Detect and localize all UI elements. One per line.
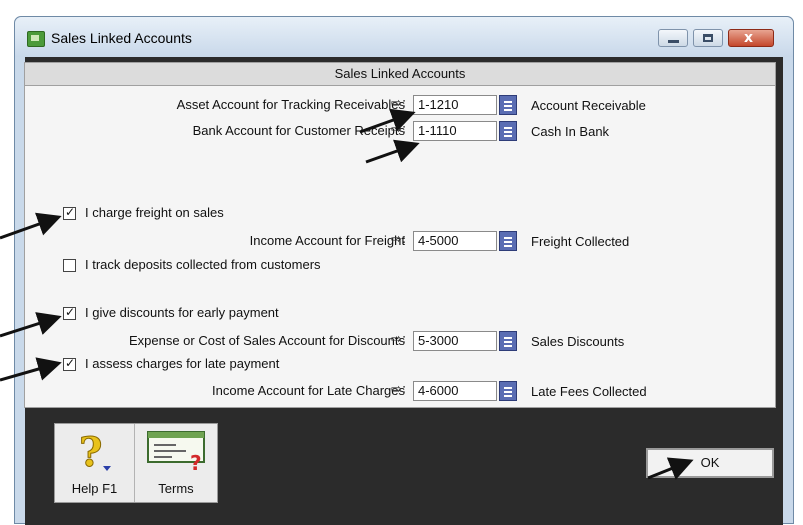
terms-icon: ? (147, 431, 205, 472)
discount-expense-label: Expense or Cost of Sales Account for Dis… (128, 333, 405, 348)
link-arrow-icon[interactable]: ⇨: (391, 96, 406, 111)
late-income-label: Income Account for Late Charges (212, 383, 405, 398)
list-lookup-icon[interactable] (499, 331, 517, 351)
track-deposits-checkbox[interactable] (63, 259, 76, 272)
discount-expense-account-field[interactable]: 5-3000 (413, 331, 497, 351)
bank-receipts-label: Bank Account for Customer Receipts (192, 123, 405, 138)
late-charges-label: I assess charges for late payment (85, 356, 280, 371)
charge-freight-checkbox[interactable]: ✓ (63, 205, 76, 220)
list-lookup-icon[interactable] (499, 381, 517, 401)
list-lookup-icon[interactable] (499, 95, 517, 115)
maximize-button[interactable] (693, 29, 723, 47)
panel-header: Sales Linked Accounts (25, 63, 775, 86)
checkmark-icon: ✓ (65, 205, 76, 219)
late-income-account-field[interactable]: 4-6000 (413, 381, 497, 401)
window-title: Sales Linked Accounts (51, 30, 192, 46)
app-icon (27, 31, 45, 47)
track-deposits-label: I track deposits collected from customer… (85, 257, 321, 272)
charge-freight-label: I charge freight on sales (85, 205, 224, 220)
asset-receivables-label: Asset Account for Tracking Receivables (176, 97, 405, 112)
asset-receivables-account-field[interactable]: 1-1210 (413, 95, 497, 115)
link-arrow-icon[interactable]: ⇨: (391, 232, 406, 247)
ok-button[interactable]: OK (646, 448, 774, 478)
minimize-button[interactable] (658, 29, 688, 47)
list-lookup-icon[interactable] (499, 231, 517, 251)
help-icon: ? (79, 430, 111, 474)
late-income-account-name: Late Fees Collected (531, 384, 647, 399)
linked-accounts-panel: Sales Linked Accounts Asset Account for … (24, 62, 776, 408)
bank-receipts-account-field[interactable]: 1-1110 (413, 121, 497, 141)
close-button[interactable]: x (728, 29, 774, 47)
checkmark-icon: ✓ (65, 356, 76, 370)
give-discounts-label: I give discounts for early payment (85, 305, 279, 320)
bottom-toolbar: ? Help F1 ? Terms (54, 423, 218, 503)
svg-text:?: ? (190, 451, 202, 472)
freight-income-account-name: Freight Collected (531, 234, 630, 249)
link-arrow-icon[interactable]: ⇨: (391, 122, 406, 137)
terms-button[interactable]: ? Terms (136, 424, 216, 502)
help-button[interactable]: ? Help F1 (55, 424, 135, 502)
asset-receivables-account-name: Account Receivable (531, 98, 646, 113)
freight-income-account-field[interactable]: 4-5000 (413, 231, 497, 251)
late-charges-checkbox[interactable]: ✓ (63, 356, 76, 371)
title-bar: Sales Linked Accounts x (15, 17, 793, 57)
maximize-icon (703, 34, 713, 42)
svg-text:?: ? (79, 430, 102, 474)
bank-receipts-account-name: Cash In Bank (531, 124, 610, 139)
checkmark-icon: ✓ (65, 305, 76, 319)
help-button-label: Help F1 (71, 481, 118, 496)
link-arrow-icon[interactable]: ⇨: (391, 382, 406, 397)
list-lookup-icon[interactable] (499, 121, 517, 141)
close-icon: x (744, 30, 754, 46)
discount-expense-account-name: Sales Discounts (531, 334, 625, 349)
minimize-icon (668, 40, 679, 43)
give-discounts-checkbox[interactable]: ✓ (63, 305, 76, 320)
freight-income-label: Income Account for Freight (249, 233, 405, 248)
link-arrow-icon[interactable]: ⇨: (391, 332, 406, 347)
terms-button-label: Terms (158, 481, 194, 496)
